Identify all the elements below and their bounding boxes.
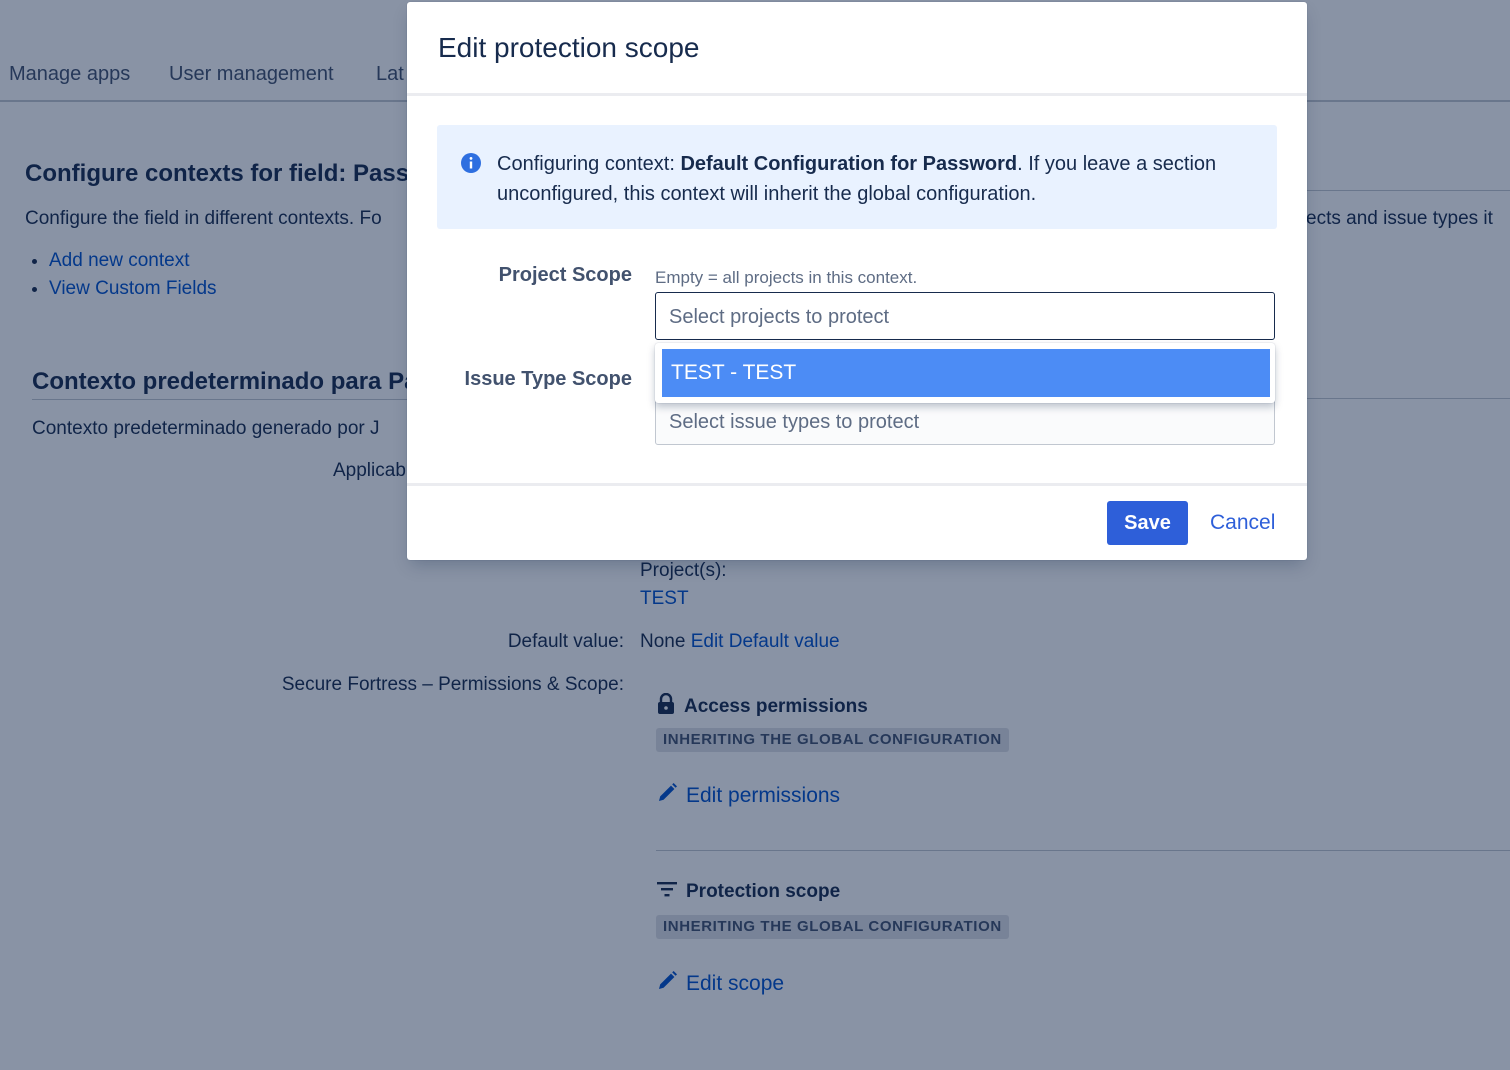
issue-type-scope-select[interactable]: Select issue types to protect	[655, 397, 1275, 445]
issue-type-select-placeholder: Select issue types to protect	[669, 411, 920, 433]
project-select-placeholder: Select projects to protect	[669, 306, 890, 328]
info-message: Configuring context: Default Configurati…	[437, 125, 1277, 229]
info-icon	[460, 152, 482, 179]
issue-type-scope-label: Issue Type Scope	[464, 368, 632, 390]
cancel-button[interactable]: Cancel	[1202, 501, 1283, 545]
divider	[407, 483, 1307, 486]
dialog-title: Edit protection scope	[438, 32, 700, 63]
project-dropdown-menu: TEST - TEST	[655, 343, 1275, 403]
dropdown-option-test[interactable]: TEST - TEST	[662, 349, 1270, 397]
project-scope-select[interactable]: Select projects to protect	[655, 292, 1275, 340]
info-text: Configuring context: Default Configurati…	[497, 149, 1237, 209]
divider	[407, 93, 1307, 96]
edit-protection-scope-dialog: Edit protection scope Configuring contex…	[407, 2, 1307, 560]
save-button[interactable]: Save	[1107, 501, 1188, 545]
project-scope-label: Project Scope	[498, 264, 632, 286]
info-prefix: Configuring context:	[497, 153, 681, 175]
project-scope-help: Empty = all projects in this context.	[655, 268, 918, 287]
info-context-name: Default Configuration for Password	[680, 153, 1018, 175]
